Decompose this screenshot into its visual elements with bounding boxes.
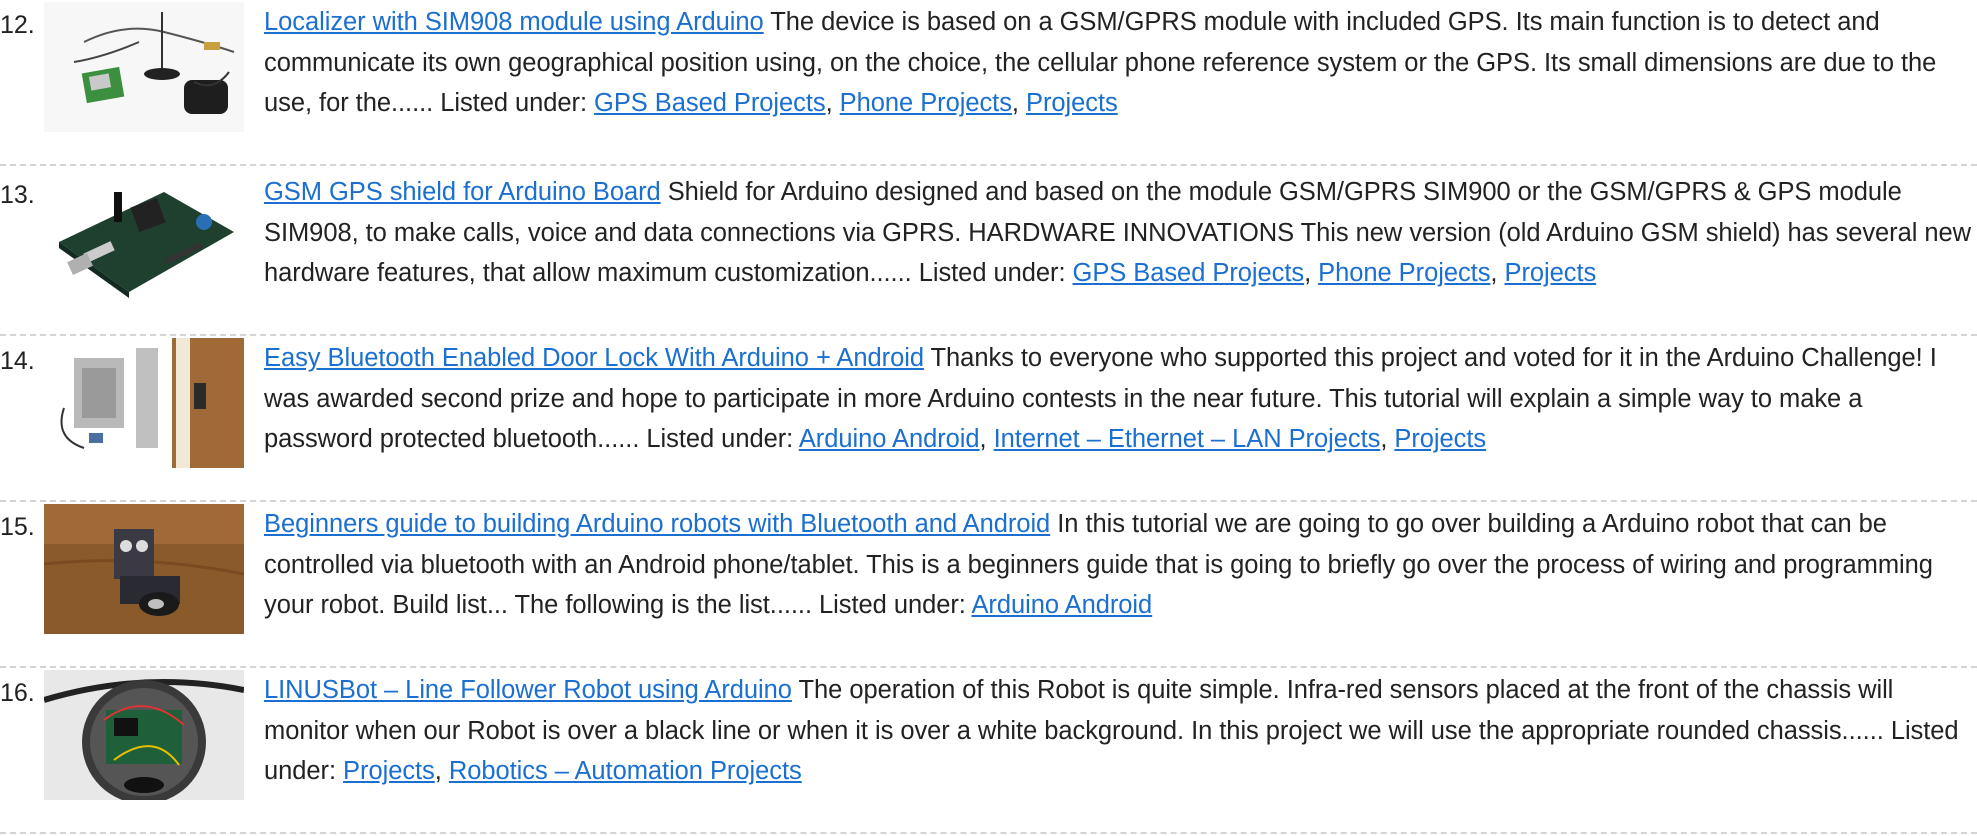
- thumbnail-image[interactable]: [44, 172, 244, 302]
- category-link[interactable]: Phone Projects: [1318, 259, 1490, 287]
- door-lock-image: [44, 338, 244, 468]
- listed-under-label: Listed under:: [440, 89, 595, 117]
- item-text: GSM GPS shield for Arduino Board Shield …: [264, 172, 1977, 294]
- category-separator: ,: [825, 89, 840, 117]
- thumbnail-image[interactable]: [44, 2, 244, 132]
- item-number: 14.: [0, 347, 35, 375]
- project-title-link[interactable]: Easy Bluetooth Enabled Door Lock With Ar…: [264, 344, 924, 372]
- category-separator: ,: [1011, 89, 1026, 117]
- item-number: 13.: [0, 181, 35, 209]
- item-number: 12.: [0, 11, 35, 39]
- project-title-link[interactable]: GSM GPS shield for Arduino Board: [264, 178, 661, 206]
- category-link[interactable]: GPS Based Projects: [594, 89, 826, 117]
- list-item: 15. Beginners guide to building Arduino …: [0, 502, 1977, 668]
- listed-under-label: Listed under:: [918, 259, 1073, 287]
- item-text: Beginners guide to building Arduino robo…: [264, 504, 1977, 626]
- project-list: 12. Localizer with SIM908 module using A…: [0, 0, 1977, 836]
- category-link[interactable]: Internet – Ethernet – LAN Projects: [994, 425, 1381, 453]
- category-link[interactable]: Arduino Android: [971, 591, 1152, 619]
- arduino-robot-image: [44, 504, 244, 634]
- category-separator: ,: [979, 425, 994, 453]
- list-item: 13. GSM GPS shield for Arduino Board Shi…: [0, 170, 1977, 336]
- thumbnail-image[interactable]: [44, 504, 244, 634]
- category-link[interactable]: Phone Projects: [840, 89, 1012, 117]
- category-link[interactable]: Projects: [1026, 89, 1118, 117]
- listed-under-label: Listed under:: [646, 425, 799, 453]
- list-item: 16. LINUSBot – Line Follower Robot using…: [0, 668, 1977, 834]
- category-separator: ,: [1380, 425, 1395, 453]
- project-title-link[interactable]: LINUSBot – Line Follower Robot using Ard…: [264, 676, 792, 704]
- category-separator: ,: [1304, 259, 1319, 287]
- category-separator: ,: [1490, 259, 1505, 287]
- item-text: LINUSBot – Line Follower Robot using Ard…: [264, 670, 1977, 792]
- line-follower-robot-image: [44, 670, 244, 800]
- category-link[interactable]: GPS Based Projects: [1073, 259, 1305, 287]
- project-title-link[interactable]: Beginners guide to building Arduino robo…: [264, 510, 1050, 538]
- list-item: 14. Easy Bluetooth Enabled Door Lock Wit…: [0, 336, 1977, 502]
- category-link[interactable]: Projects: [1394, 425, 1486, 453]
- category-separator: ,: [434, 757, 449, 785]
- item-text: Localizer with SIM908 module using Ardui…: [264, 2, 1977, 124]
- category-link[interactable]: Projects: [343, 757, 435, 785]
- category-link[interactable]: Robotics – Automation Projects: [449, 757, 802, 785]
- thumbnail-image[interactable]: [44, 338, 244, 468]
- item-number: 15.: [0, 513, 35, 541]
- gsm-shield-image: [44, 172, 244, 302]
- project-title-link[interactable]: Localizer with SIM908 module using Ardui…: [264, 8, 764, 36]
- category-link[interactable]: Projects: [1504, 259, 1596, 287]
- list-item: 12. Localizer with SIM908 module using A…: [0, 0, 1977, 166]
- category-link[interactable]: Arduino Android: [799, 425, 980, 453]
- item-number: 16.: [0, 679, 35, 707]
- gps-module-image: [44, 2, 244, 132]
- listed-under-label: Listed under:: [819, 591, 972, 619]
- item-text: Easy Bluetooth Enabled Door Lock With Ar…: [264, 338, 1977, 460]
- thumbnail-image[interactable]: [44, 670, 244, 800]
